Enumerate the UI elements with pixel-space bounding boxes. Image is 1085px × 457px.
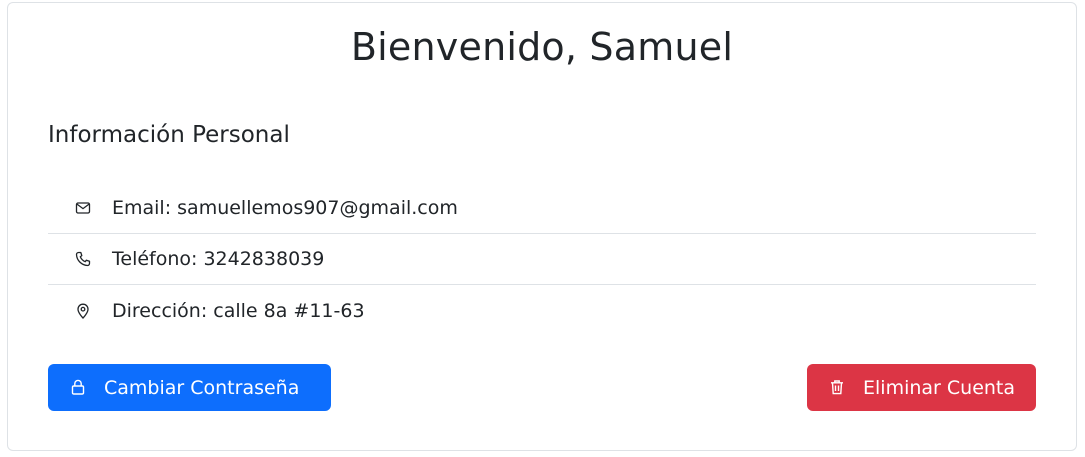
section-title-personal-info: Información Personal <box>48 122 290 148</box>
trash-icon <box>829 379 847 397</box>
envelope-icon <box>74 199 92 217</box>
list-item-address: Dirección: calle 8a #11-63 <box>48 285 1036 336</box>
list-item-phone: Teléfono: 3242838039 <box>48 234 1036 285</box>
lock-icon <box>70 379 88 397</box>
phone-icon <box>74 250 92 268</box>
list-item-email: Email: samuellemos907@gmail.com <box>48 183 1036 234</box>
delete-account-button[interactable]: Eliminar Cuenta <box>807 364 1036 411</box>
personal-info-list: Email: samuellemos907@gmail.com Teléfono… <box>48 183 1036 336</box>
email-text: Email: samuellemos907@gmail.com <box>112 197 458 219</box>
change-password-button[interactable]: Cambiar Contraseña <box>48 364 331 411</box>
change-password-label: Cambiar Contraseña <box>104 376 300 399</box>
page-title: Bienvenido, Samuel <box>350 25 734 69</box>
address-text: Dirección: calle 8a #11-63 <box>112 299 365 322</box>
map-pin-icon <box>74 302 92 320</box>
delete-account-label: Eliminar Cuenta <box>863 376 1016 399</box>
profile-card: Bienvenido, Samuel Información Personal … <box>7 2 1077 451</box>
phone-text: Teléfono: 3242838039 <box>112 248 325 270</box>
